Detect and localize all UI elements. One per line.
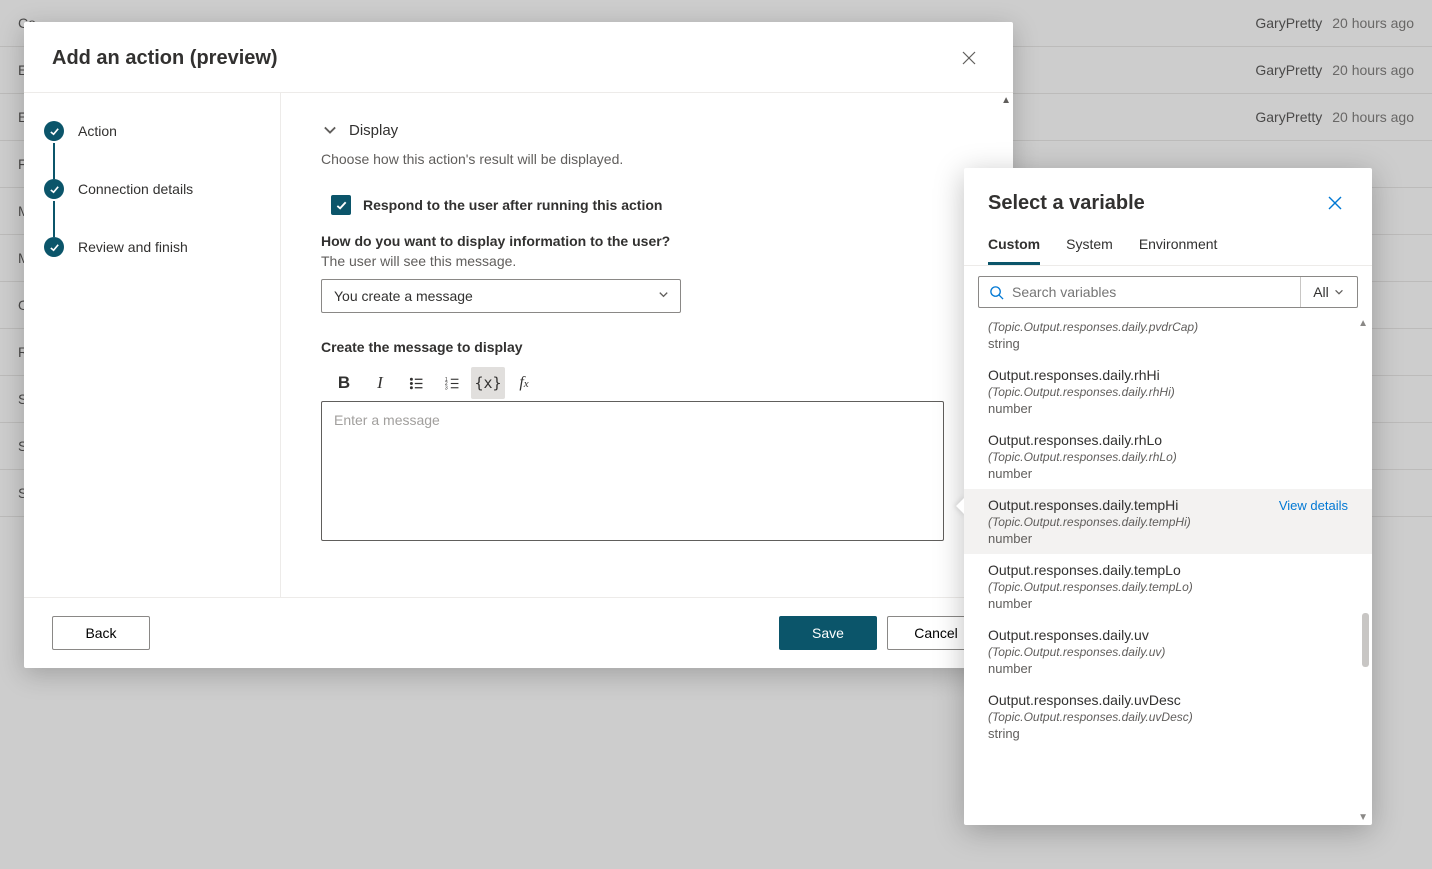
bullet-list-button[interactable] [399, 367, 433, 399]
variable-type: number [988, 466, 1348, 481]
variable-item[interactable]: Output.responses.daily.tempLo (Topic.Outp… [964, 554, 1372, 619]
editor-placeholder: Enter a message [334, 412, 440, 428]
italic-button[interactable]: I [363, 367, 397, 399]
variable-path: (Topic.Output.responses.daily.rhHi) [988, 385, 1348, 399]
create-message-label: Create the message to display [321, 339, 973, 355]
chevron-down-icon [321, 121, 339, 139]
scroll-up-icon[interactable]: ▲ [1001, 95, 1011, 106]
variable-tabs: Custom System Environment [964, 230, 1372, 266]
formula-button[interactable]: fx [507, 367, 541, 399]
chevron-down-icon [657, 288, 670, 304]
svg-text:3: 3 [444, 385, 447, 391]
variable-name: Output.responses.daily.uv [988, 627, 1149, 643]
respond-checkbox-label: Respond to the user after running this a… [363, 197, 662, 213]
variable-type: string [988, 336, 1348, 351]
editor-toolbar: B I 123 {x} fx [321, 367, 973, 399]
variable-name: Output.responses.daily.rhLo [988, 432, 1162, 448]
variable-name: Output.responses.daily.tempLo [988, 562, 1181, 578]
section-title: Display [349, 122, 398, 139]
select-variable-flyout: Select a variable Custom System Environm… [964, 168, 1372, 825]
scroll-down-icon[interactable]: ▼ [1358, 812, 1368, 823]
search-icon [989, 285, 1004, 300]
section-toggle-display[interactable]: Display [321, 121, 973, 139]
respond-checkbox[interactable] [331, 195, 351, 215]
variable-item[interactable]: Output.responses.daily.rhHi (Topic.Output… [964, 359, 1372, 424]
display-question-sub: The user will see this message. [321, 253, 973, 269]
chevron-down-icon [1333, 286, 1345, 298]
variable-list[interactable]: ▲ ▼ (Topic.Output.responses.daily.pvdrCa… [964, 318, 1372, 825]
variable-search-input[interactable] [979, 277, 1301, 307]
scrollbar-thumb[interactable] [1362, 613, 1369, 667]
variable-item[interactable]: Output.responses.daily.rhLo (Topic.Output… [964, 424, 1372, 489]
check-icon [44, 121, 64, 141]
variable-path: (Topic.Output.responses.daily.tempHi) [988, 515, 1348, 529]
variable-search-field[interactable] [1012, 284, 1290, 300]
step-label: Review and finish [78, 239, 188, 255]
variable-item[interactable]: (Topic.Output.responses.daily.pvdrCap) st… [964, 320, 1372, 359]
filter-label: All [1313, 284, 1329, 300]
bold-button[interactable]: B [327, 367, 361, 399]
variable-item[interactable]: Output.responses.daily.uv (Topic.Output.r… [964, 619, 1372, 684]
modal-title: Add an action (preview) [52, 47, 278, 70]
variable-path: (Topic.Output.responses.daily.rhLo) [988, 450, 1348, 464]
view-details-link[interactable]: View details [1279, 498, 1348, 513]
variable-type: number [988, 401, 1348, 416]
variable-path: (Topic.Output.responses.daily.uv) [988, 645, 1348, 659]
variable-type: number [988, 531, 1348, 546]
step-label: Action [78, 123, 117, 139]
step-action[interactable]: Action [44, 121, 260, 179]
variable-name: Output.responses.daily.tempHi [988, 497, 1178, 513]
variable-type: number [988, 596, 1348, 611]
variable-type: string [988, 726, 1348, 741]
step-review-finish[interactable]: Review and finish [44, 237, 260, 257]
insert-variable-button[interactable]: {x} [471, 367, 505, 399]
section-description: Choose how this action's result will be … [321, 151, 973, 167]
close-icon[interactable] [953, 42, 985, 74]
display-section-pane: ▲ Display Choose how this action's resul… [281, 93, 1013, 597]
save-button[interactable]: Save [779, 616, 877, 650]
variable-item[interactable]: Output.responses.daily.tempHi View detail… [964, 489, 1372, 554]
tab-environment[interactable]: Environment [1139, 230, 1218, 265]
variable-panel-title: Select a variable [988, 192, 1145, 215]
variable-path: (Topic.Output.responses.daily.pvdrCap) [988, 320, 1348, 334]
variable-path: (Topic.Output.responses.daily.tempLo) [988, 580, 1348, 594]
wizard-steps: Action Connection details Review and fin… [24, 93, 281, 597]
message-editor[interactable]: Enter a message [321, 401, 944, 541]
check-icon [44, 237, 64, 257]
variable-name: Output.responses.daily.rhHi [988, 367, 1160, 383]
step-label: Connection details [78, 181, 193, 197]
select-value: You create a message [334, 288, 473, 304]
check-icon [44, 179, 64, 199]
back-button[interactable]: Back [52, 616, 150, 650]
display-mode-select[interactable]: You create a message [321, 279, 681, 313]
variable-path: (Topic.Output.responses.daily.uvDesc) [988, 710, 1348, 724]
close-icon[interactable] [1322, 190, 1348, 216]
add-action-modal: Add an action (preview) Action Connectio… [24, 22, 1013, 668]
scroll-up-icon[interactable]: ▲ [1358, 318, 1368, 329]
variable-filter-dropdown[interactable]: All [1301, 277, 1357, 307]
tab-custom[interactable]: Custom [988, 230, 1040, 265]
variable-name: Output.responses.daily.uvDesc [988, 692, 1181, 708]
variable-item[interactable]: Output.responses.daily.uvDesc (Topic.Outp… [964, 684, 1372, 749]
display-question-label: How do you want to display information t… [321, 233, 973, 249]
tab-system[interactable]: System [1066, 230, 1113, 265]
step-connection-details[interactable]: Connection details [44, 179, 260, 237]
variable-type: number [988, 661, 1348, 676]
numbered-list-button[interactable]: 123 [435, 367, 469, 399]
